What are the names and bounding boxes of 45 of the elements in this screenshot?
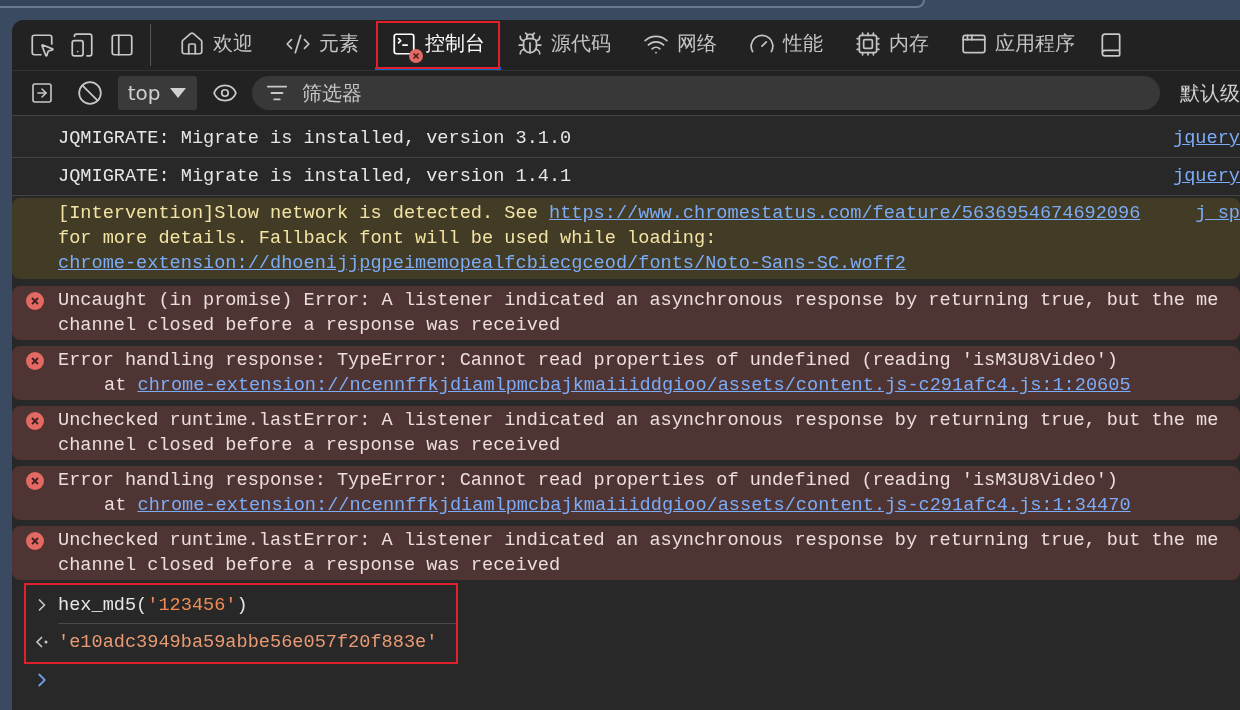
panel-tab[interactable]: 源代码 (501, 20, 627, 70)
panel-tab[interactable]: 应用程序 (945, 20, 1091, 70)
error-icon (26, 532, 44, 550)
message-text: [Intervention]Slow network is detected. See https://www.chromestatus.com/feature/5636954674692096 for more details. Fallback font will be used while loading: chrome-extension://dhoenijjpgpeimemopealfcbiecgceod/fonts/Noto-Sans-SC.woff2 (58, 202, 1142, 276)
message-text: Unchecked runtime.lastError: A listener indicated an asynchronous response by returning true, but the me channel closed before a response was received (58, 529, 1220, 578)
source-link[interactable]: jquery (1173, 164, 1240, 189)
message-text: Uncaught (in promise) Error: A listener indicated an asynchronous response by returning true, but the me channel closed before a response was received (58, 289, 1220, 338)
error-icon (26, 352, 44, 370)
error-icon (26, 412, 44, 430)
terminal-icon (391, 30, 417, 57)
device-icon[interactable] (69, 32, 95, 58)
link[interactable]: chrome-extension://dhoenijjpgpeimemopealfcbiecgceod/fonts/Noto-Sans-SC.woff2 (58, 253, 906, 274)
panel-tab[interactable]: 性能 (733, 20, 839, 70)
message-text: JQMIGRATE: Migrate is installed, version 3.1.0 (58, 127, 573, 151)
clear-icon[interactable] (76, 80, 103, 106)
output-value: 'e10adc3949ba59abbe56e057f20f883e' (58, 630, 438, 655)
message-text: Error handling response: TypeError: Cannot read properties of undefined (reading 'isM3U8Video') at chrome-extension://ncennffkjdiamlpmcbajkmaiiiddgioo/assets/content.js-c291afc4.js:1:34470 (58, 469, 1132, 518)
log-levels-dropdown[interactable]: 默认级 (1180, 79, 1240, 107)
message-text: Unchecked runtime.lastError: A listener indicated an asynchronous response by returning true, but the me channel closed before a response was received (58, 409, 1220, 458)
panel-tab[interactable]: 网络 (627, 20, 733, 70)
panel-icon[interactable] (109, 32, 135, 58)
source-link[interactable]: j_sp (1195, 201, 1240, 226)
inspect-icon[interactable] (29, 32, 55, 58)
return-arrow-icon (34, 635, 50, 649)
source-link[interactable]: jquery (1173, 126, 1240, 151)
link[interactable]: https://www.chromestatus.com/feature/5636954674692096 (548, 203, 1141, 224)
bug-icon (517, 30, 543, 57)
context-dropdown[interactable]: top (117, 76, 197, 110)
input-code: hex_md5('123456') (58, 593, 248, 618)
message-text: Error handling response: TypeError: Cannot read properties of undefined (reading 'isM3U8Video') at chrome-extension://ncennffkjdiamlpmcbajkmaiiiddgioo/assets/content.js-c291afc4.js:1:20605 (58, 349, 1132, 398)
filter-field[interactable]: 筛选器 (252, 76, 1160, 110)
chip-icon (855, 30, 881, 57)
filter-input[interactable]: 筛选器 (300, 80, 1146, 106)
link[interactable]: chrome-extension://ncennffkjdiamlpmcbajkmaiiiddgioo/assets/content.js-c291afc4.js:1:20605 (137, 375, 1131, 396)
book-icon[interactable] (1098, 32, 1124, 58)
panel-tab[interactable]: 内存 (839, 20, 945, 70)
caret-icon (168, 87, 187, 99)
panel-tab[interactable]: 元素 (269, 20, 375, 70)
error-icon (26, 292, 44, 310)
home-icon (179, 30, 205, 57)
sidebar-toggle-icon[interactable] (29, 81, 54, 105)
error-icon (26, 472, 44, 490)
panel-tab[interactable]: 欢迎 (163, 20, 269, 70)
link[interactable]: chrome-extension://ncennffkjdiamlpmcbajkmaiiiddgioo/assets/content.js-c291afc4.js:1:34470 (137, 495, 1131, 516)
message-text: JQMIGRATE: Migrate is installed, version 1.4.1 (58, 165, 573, 189)
